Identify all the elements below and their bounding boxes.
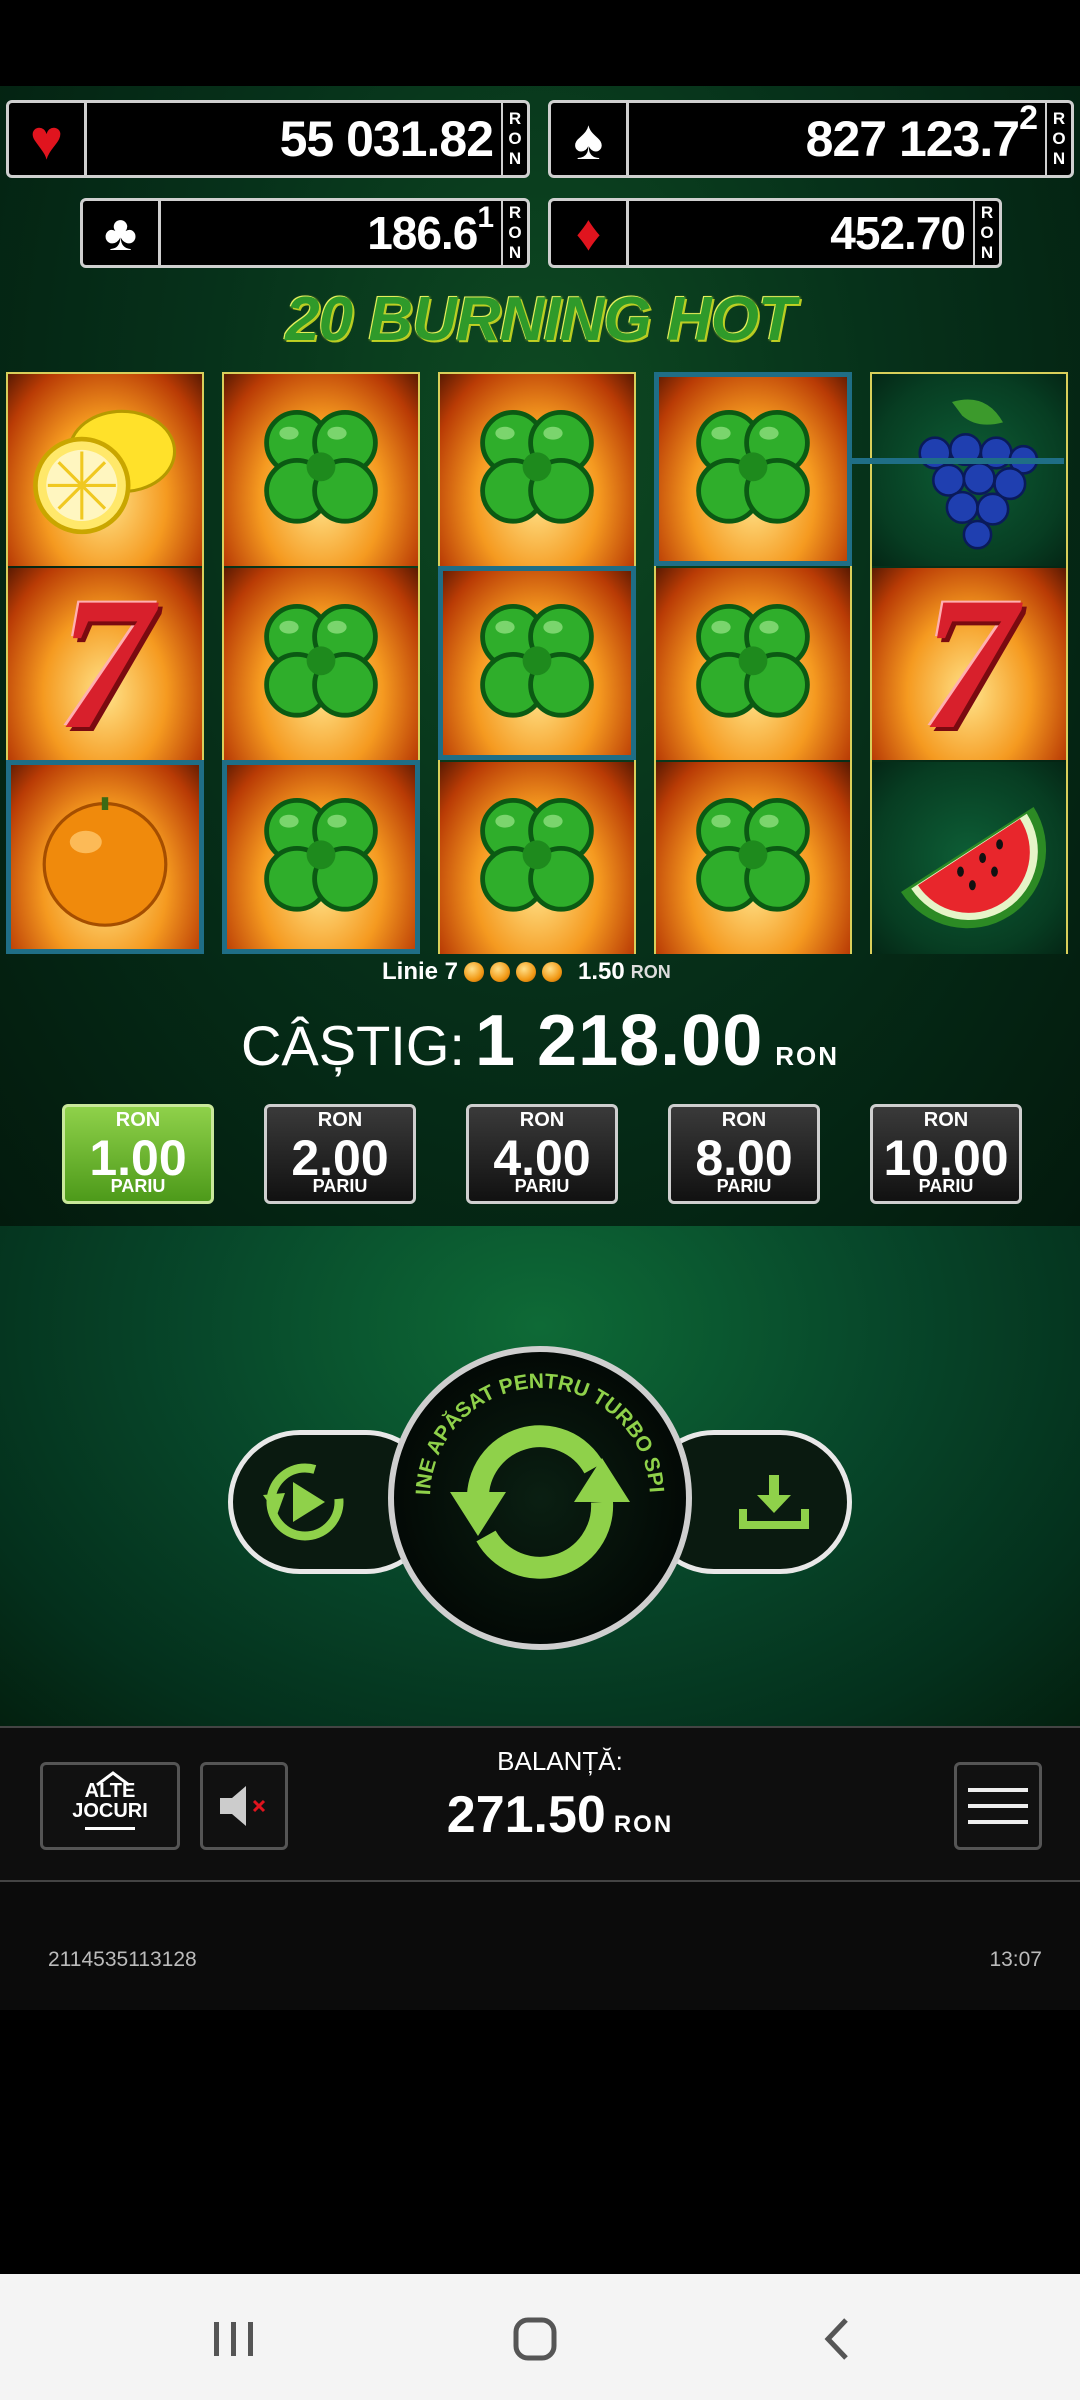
home-nav-icon[interactable] xyxy=(513,2317,557,2361)
home-icon xyxy=(96,1771,130,1787)
session-id: 2114535113128 xyxy=(48,1948,197,1971)
reel-symbol-watermelon xyxy=(872,762,1066,954)
reel-symbol-seven: 7 xyxy=(872,568,1066,760)
balance-display: BALANȚĂ: 271.50 RON xyxy=(380,1746,740,1845)
win-amount: 1 218.00 xyxy=(474,1001,764,1081)
reel-symbol-clover xyxy=(224,762,418,954)
jackpot-currency: RON xyxy=(501,201,527,265)
reel-symbol-clover xyxy=(656,374,850,566)
reel-symbol-clover xyxy=(224,568,418,760)
payline-line xyxy=(852,458,1064,464)
bottom-bar: ALTE JOCURI BALANȚĂ: 271.50 RON xyxy=(0,1726,1080,1882)
reel-symbol-clover xyxy=(440,762,634,954)
bet-button-4[interactable]: RON 4.00 PARIU xyxy=(466,1104,618,1204)
jackpot-diamonds-value: 452.70 xyxy=(830,207,966,259)
bet-button-8[interactable]: RON 8.00 PARIU xyxy=(668,1104,820,1204)
jackpot-currency: RON xyxy=(973,201,999,265)
menu-button[interactable] xyxy=(954,1762,1042,1850)
reel-symbol-clover xyxy=(440,374,634,566)
balance-amount: 271.50 RON xyxy=(446,1786,674,1844)
reel-symbol-seven: 7 xyxy=(8,568,202,760)
game-title: 20 BURNING HOT xyxy=(285,285,796,354)
slot-game-screen: ♥ 55 031.82 RON ♠ 827 123.7 2 RON ♣ 186.6… xyxy=(0,0,1080,2400)
sound-toggle-button[interactable] xyxy=(200,1762,288,1850)
heart-suit-icon: ♥ xyxy=(9,103,87,175)
payline-info: Linie 7 1.50 RON xyxy=(382,958,671,986)
reel-2 xyxy=(222,372,420,954)
reel-3 xyxy=(438,372,636,954)
jackpot-diamonds: ♦ 452.70 RON xyxy=(548,198,1002,268)
back-icon[interactable] xyxy=(824,2318,848,2360)
win-display: CÂȘTIG: 1 218.00 RON xyxy=(0,1000,1080,1082)
payline-label: Linie 7 xyxy=(382,958,459,985)
coin-icon xyxy=(490,962,511,982)
jackpot-clubs-value: 186.6 1 xyxy=(367,201,494,259)
win-label: CÂȘTIG: xyxy=(240,1014,465,1077)
reel-4 xyxy=(654,372,852,954)
reel-symbol-clover xyxy=(440,568,634,760)
balance-label: BALANȚĂ: xyxy=(497,1746,623,1776)
coin-icon xyxy=(542,962,563,982)
jackpot-currency: RON xyxy=(1045,103,1071,175)
jackpot-spades: ♠ 827 123.7 2 RON xyxy=(548,99,1074,178)
bet-button-1[interactable]: RON 1.00 PARIU xyxy=(62,1104,214,1204)
reel-symbol-lemon xyxy=(8,374,202,566)
reel-symbol-clover xyxy=(656,568,850,760)
club-suit-icon: ♣ xyxy=(83,201,161,265)
bet-button-10[interactable]: RON 10.00 PARIU xyxy=(870,1104,1022,1204)
clock-time: 13:07 xyxy=(989,1948,1042,1971)
other-games-button[interactable]: ALTE JOCURI xyxy=(40,1762,180,1850)
system-navigation-bar xyxy=(0,2274,1080,2400)
bet-selector: RON 1.00 PARIU RON 2.00 PARIU RON 4.00 PARIU R… xyxy=(62,1104,1022,1204)
diamond-suit-icon: ♦ xyxy=(551,201,629,265)
win-currency: RON xyxy=(775,1041,840,1071)
coin-icon xyxy=(464,962,485,982)
payline-amount: 1.50 xyxy=(578,958,625,985)
payline-currency: RON xyxy=(630,961,671,982)
jackpot-hearts: ♥ 55 031.82 RON xyxy=(6,100,530,178)
spin-icon: ȚINE APĂSAT PENTRU TURBO SPIN xyxy=(386,1334,668,1579)
jackpot-spades-value: 827 123.7 2 xyxy=(805,99,1038,167)
coin-icon xyxy=(516,962,537,982)
reel-1: 7 xyxy=(6,372,204,954)
reel-symbol-clover xyxy=(224,374,418,566)
footer: 2114535113128 13:07 xyxy=(0,1882,1080,2010)
svg-text:ȚINE APĂSAT PENTRU TURBO SPIN: ȚINE APĂSAT PENTRU TURBO SPIN xyxy=(394,1352,668,1496)
reels-area[interactable]: 77 xyxy=(6,372,1074,954)
bet-button-2[interactable]: RON 2.00 PARIU xyxy=(264,1104,416,1204)
spin-button[interactable]: ȚINE APĂSAT PENTRU TURBO SPIN xyxy=(386,1334,692,1650)
spade-suit-icon: ♠ xyxy=(551,103,629,175)
recents-icon[interactable] xyxy=(214,2322,253,2356)
other-games-label: JOCURI xyxy=(72,1800,148,1822)
jackpot-currency: RON xyxy=(501,103,527,175)
jackpot-clubs: ♣ 186.6 1 RON xyxy=(80,198,530,268)
reel-symbol-orange xyxy=(8,762,202,954)
jackpot-hearts-value: 55 031.82 xyxy=(279,111,494,167)
speaker-muted-icon xyxy=(220,1786,266,1826)
reel-symbol-clover xyxy=(656,762,850,954)
hamburger-icon xyxy=(968,1788,1028,1792)
reel-symbol-grapes xyxy=(872,374,1066,566)
